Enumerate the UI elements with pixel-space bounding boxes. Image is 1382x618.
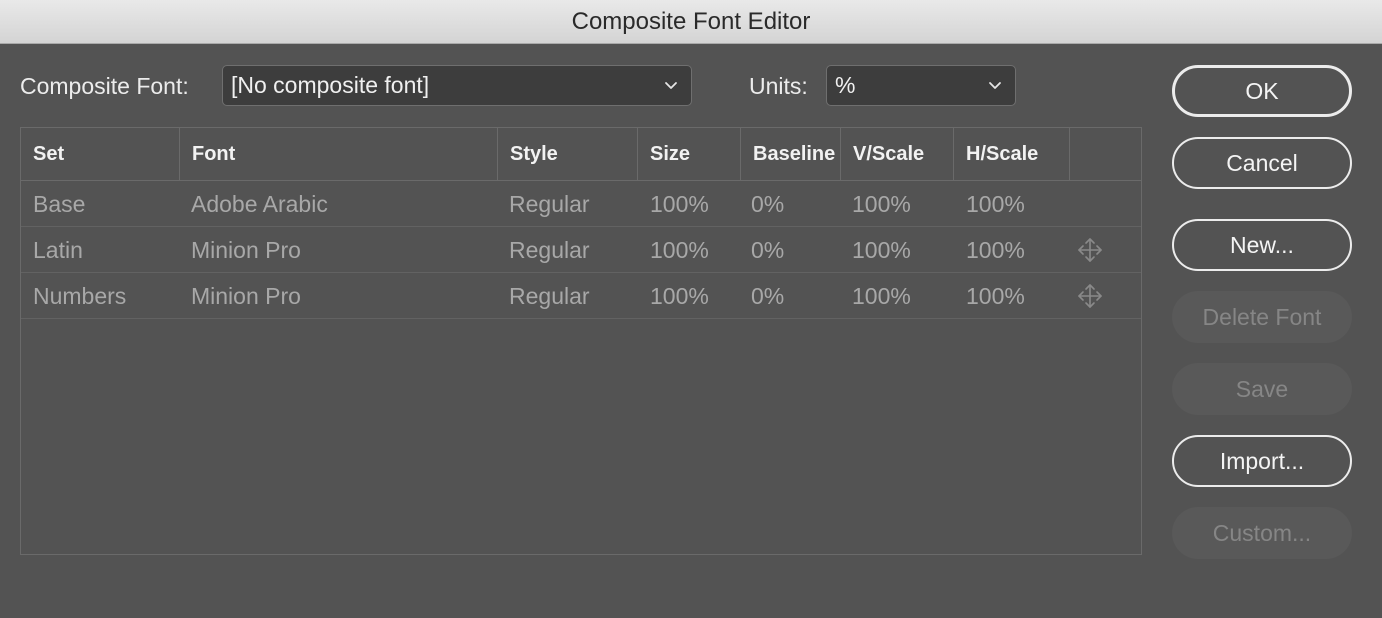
window-title: Composite Font Editor: [571, 7, 811, 35]
column-header-set[interactable]: Set: [21, 128, 180, 180]
composite-font-editor-dialog: Composite Font Editor Composite Font: [N…: [0, 0, 1382, 618]
table-row[interactable]: Base Adobe Arabic Regular 100% 0% 100% 1…: [21, 181, 1141, 227]
cell-style[interactable]: Regular: [497, 227, 590, 273]
cell-set: Numbers: [33, 282, 127, 309]
custom-button[interactable]: Custom...: [1172, 507, 1352, 559]
composite-font-dropdown[interactable]: [No composite font]: [222, 65, 692, 106]
cell-baseline[interactable]: 0%: [739, 227, 784, 273]
new-button[interactable]: New...: [1172, 219, 1352, 271]
composite-font-value: [No composite font]: [231, 72, 430, 98]
cell-vscale[interactable]: 100%: [840, 227, 911, 273]
save-button[interactable]: Save: [1172, 363, 1352, 415]
units-dropdown[interactable]: %: [826, 65, 1016, 106]
cell-baseline[interactable]: 0%: [739, 273, 784, 319]
table-header: Set Font Style Size Baseline V/Scale H/S…: [21, 128, 1141, 181]
column-header-vscale[interactable]: V/Scale: [841, 128, 954, 180]
cell-style[interactable]: Regular: [497, 273, 590, 319]
cell-font[interactable]: Minion Pro: [179, 273, 301, 319]
column-header-style[interactable]: Style: [498, 128, 638, 180]
cell-font[interactable]: Adobe Arabic: [179, 181, 328, 227]
composite-font-label: Composite Font:: [20, 73, 189, 99]
column-header-font[interactable]: Font: [180, 128, 498, 180]
cell-set: Latin: [33, 236, 83, 263]
move-handle-icon[interactable]: [1076, 236, 1104, 264]
cell-size[interactable]: 100%: [638, 181, 709, 227]
cell-vscale[interactable]: 100%: [840, 273, 911, 319]
column-header-hscale[interactable]: H/Scale: [954, 128, 1070, 180]
move-handle-icon[interactable]: [1076, 282, 1104, 310]
column-header-baseline[interactable]: Baseline: [741, 128, 841, 180]
column-header-size[interactable]: Size: [638, 128, 741, 180]
units-value: %: [835, 72, 856, 98]
import-button[interactable]: Import...: [1172, 435, 1352, 487]
cell-hscale[interactable]: 100%: [954, 227, 1025, 273]
cell-font[interactable]: Minion Pro: [179, 227, 301, 273]
cell-size[interactable]: 100%: [638, 273, 709, 319]
cell-vscale[interactable]: 100%: [840, 181, 911, 227]
cancel-button[interactable]: Cancel: [1172, 137, 1352, 189]
chevron-down-icon: [665, 82, 677, 89]
cell-set: Base: [33, 190, 86, 217]
cell-size[interactable]: 100%: [638, 227, 709, 273]
units-label: Units:: [749, 73, 808, 99]
table-row[interactable]: Latin Minion Pro Regular 100% 0% 100% 10…: [21, 227, 1141, 273]
ok-button[interactable]: OK: [1172, 65, 1352, 117]
delete-font-button[interactable]: Delete Font: [1172, 291, 1352, 343]
cell-baseline[interactable]: 0%: [739, 181, 784, 227]
chevron-down-icon: [989, 82, 1001, 89]
table-row[interactable]: Numbers Minion Pro Regular 100% 0% 100% …: [21, 273, 1141, 319]
title-bar[interactable]: Composite Font Editor: [0, 0, 1382, 44]
cell-style[interactable]: Regular: [497, 181, 590, 227]
cell-hscale[interactable]: 100%: [954, 273, 1025, 319]
composite-font-table: Set Font Style Size Baseline V/Scale H/S…: [20, 127, 1142, 555]
cell-hscale[interactable]: 100%: [954, 181, 1025, 227]
